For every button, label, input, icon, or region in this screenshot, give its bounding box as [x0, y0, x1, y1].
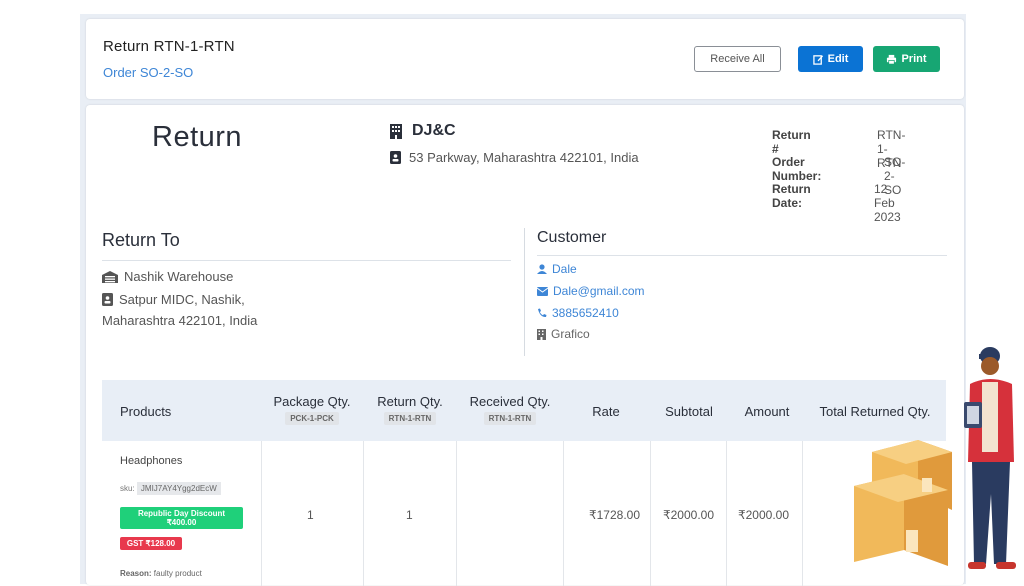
address-card-icon — [390, 151, 401, 164]
discount-amount: ₹400.00 — [166, 518, 197, 527]
delivery-worker-illustration — [848, 344, 1024, 576]
building-icon — [537, 328, 546, 340]
edit-icon — [812, 54, 824, 65]
amount-value: ₹2000.00 — [738, 508, 790, 522]
col-products: Products — [120, 404, 172, 419]
discount-badge: Republic Day Discount ₹400.00 — [120, 507, 243, 529]
column-separator — [563, 441, 564, 586]
col-return-qty-label: Return Qty. — [377, 394, 443, 409]
col-received-qty-label: Received Qty. — [469, 394, 551, 409]
envelope-icon — [537, 286, 548, 296]
meta-label-date: Return Date: — [772, 182, 811, 210]
meta-label-return: Return # — [772, 128, 811, 156]
receive-all-button[interactable]: Receive All — [694, 46, 781, 72]
meta-label-order: Order Number: — [772, 155, 822, 183]
column-separator — [802, 441, 803, 586]
return-tag: RTN-1-RTN — [383, 412, 437, 425]
customer-company-text: Grafico — [551, 327, 590, 341]
discount-label: Republic Day Discount — [137, 509, 226, 518]
col-subtotal: Subtotal — [665, 404, 713, 419]
customer-phone-text: 3885652410 — [552, 306, 619, 320]
phone-icon — [537, 308, 547, 318]
return-qty-value: 1 — [406, 508, 413, 522]
reason-label: Reason: — [120, 569, 152, 578]
building-icon — [390, 123, 402, 139]
return-to-divider — [102, 260, 511, 261]
column-separator — [456, 441, 457, 586]
company-name: DJ&C — [390, 122, 456, 140]
document-heading: Return — [152, 121, 243, 153]
print-label: Print — [901, 53, 927, 65]
product-name: Headphones — [120, 455, 183, 467]
warehouse-address-line2: Maharashtra 422101, India — [102, 313, 258, 328]
customer-title: Customer — [537, 229, 607, 246]
warehouse-address-line1: Satpur MIDC, Nashik, — [102, 292, 245, 307]
customer-name-text: Dale — [552, 262, 577, 276]
column-separator — [726, 441, 727, 586]
company-address-text: 53 Parkway, Maharashtra 422101, India — [409, 150, 639, 165]
customer-divider — [537, 255, 947, 256]
warehouse-name: Nashik Warehouse — [102, 269, 233, 284]
customer-company: Grafico — [537, 327, 590, 341]
user-icon — [537, 264, 547, 274]
receive-all-label: Receive All — [710, 53, 765, 65]
company-name-text: DJ&C — [412, 122, 456, 139]
address-card-icon — [102, 293, 113, 306]
gst-badge: GST ₹128.00 — [120, 537, 182, 550]
column-separator — [650, 441, 651, 586]
customer-name[interactable]: Dale — [537, 262, 577, 276]
edit-button[interactable]: Edit — [798, 46, 863, 72]
warehouse-address-text1: Satpur MIDC, Nashik, — [119, 292, 245, 307]
return-to-title: Return To — [102, 230, 180, 250]
print-button[interactable]: Print — [873, 46, 940, 72]
printer-icon — [886, 54, 897, 65]
stacked-boxes-icon — [854, 440, 952, 566]
col-package-qty: Package Qty. PCK-1-PCK — [264, 394, 360, 425]
section-divider — [524, 228, 525, 356]
column-separator — [261, 441, 262, 586]
page-title: Return RTN-1-RTN — [103, 38, 235, 55]
return-reason: Reason: faulty product — [120, 569, 202, 578]
column-separator — [363, 441, 364, 586]
return-document-card: Return DJ&C 53 Parkway, Maharashtra 4221… — [86, 105, 964, 586]
col-amount: Amount — [744, 404, 790, 419]
product-sku: sku: JMIJ7AY4Ygg2dEcW — [120, 482, 221, 495]
meta-value-date: 12 Feb 2023 — [874, 182, 901, 224]
package-qty-value: 1 — [307, 508, 314, 522]
warehouse-name-text: Nashik Warehouse — [124, 269, 234, 284]
company-address: 53 Parkway, Maharashtra 422101, India — [390, 150, 639, 165]
package-tag: PCK-1-PCK — [285, 412, 339, 425]
reason-value: faulty product — [153, 569, 202, 578]
col-package-qty-label: Package Qty. — [273, 394, 351, 409]
customer-phone[interactable]: 3885652410 — [537, 306, 619, 320]
order-link[interactable]: Order SO-2-SO — [103, 65, 193, 80]
sku-value: JMIJ7AY4Ygg2dEcW — [136, 482, 221, 495]
received-tag: RTN-1-RTN — [483, 412, 537, 425]
sku-label: sku: — [120, 484, 135, 493]
worker-figure-icon — [964, 347, 1016, 569]
col-rate: Rate — [592, 404, 620, 419]
col-return-qty: Return Qty. RTN-1-RTN — [366, 394, 454, 425]
subtotal-value: ₹2000.00 — [663, 508, 715, 522]
col-received-qty: Received Qty. RTN-1-RTN — [460, 394, 560, 425]
customer-email[interactable]: Dale@gmail.com — [537, 284, 645, 298]
rate-value: ₹1728.00 — [589, 508, 641, 522]
warehouse-icon — [102, 270, 118, 283]
return-header-card: Return RTN-1-RTN Order SO-2-SO Receive A… — [86, 19, 964, 99]
edit-label: Edit — [827, 53, 849, 65]
customer-email-text: Dale@gmail.com — [553, 284, 645, 298]
